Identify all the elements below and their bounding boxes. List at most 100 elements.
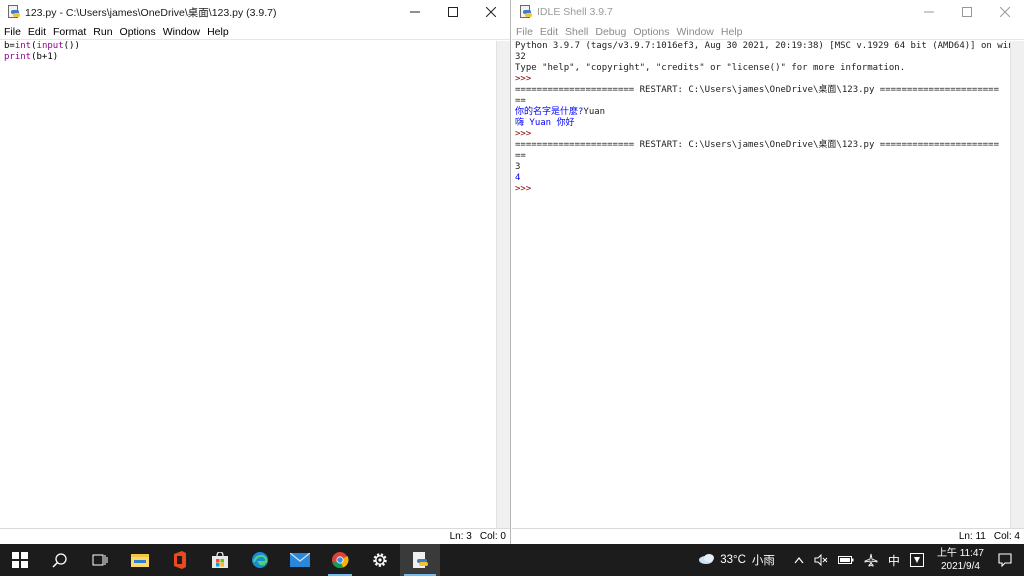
mail-icon <box>290 553 310 567</box>
menu-format[interactable]: Format <box>53 26 86 38</box>
code-line-token: (b+1) <box>31 52 59 62</box>
chrome-icon <box>332 552 349 569</box>
shell-maximize-button[interactable] <box>948 0 986 24</box>
shell-line: ====================== RESTART: C:\Users… <box>515 85 1010 96</box>
menu-window[interactable]: Window <box>163 26 200 38</box>
shell-scrollbar[interactable] <box>1010 41 1024 528</box>
menu-edit[interactable]: Edit <box>28 26 46 38</box>
chrome-button[interactable] <box>320 544 360 576</box>
shell-menu-debug[interactable]: Debug <box>595 26 626 38</box>
shell-line-token: == <box>515 151 526 161</box>
idle-taskbar-button[interactable] <box>400 544 440 576</box>
search-button[interactable] <box>40 544 80 576</box>
airplane-icon <box>864 553 878 567</box>
shell-line-token: >>> <box>515 184 537 194</box>
shell-line: Type "help", "copyright", "credits" or "… <box>515 63 1010 74</box>
shell-line-token: >>> <box>515 74 537 84</box>
shell-line-token: ====================== RESTART: C:\Users… <box>515 85 999 95</box>
maximize-button[interactable] <box>434 0 472 24</box>
notification-button[interactable] <box>998 553 1012 567</box>
shell-menu-options[interactable]: Options <box>633 26 669 38</box>
maximize-icon <box>962 7 972 17</box>
shell-line: == <box>515 151 1010 162</box>
show-hidden-icons-button[interactable] <box>794 556 804 564</box>
settings-icon <box>373 553 387 567</box>
shell-line-token: Type "help", "copyright", "credits" or "… <box>515 63 906 73</box>
menu-options[interactable]: Options <box>120 26 156 38</box>
settings-button[interactable] <box>360 544 400 576</box>
office-icon <box>174 551 186 569</box>
battery-icon <box>837 556 854 564</box>
code-editor[interactable]: b=int(input()) print(b+1) <box>0 41 496 528</box>
shell-line-token: 你的名字是什麼? <box>515 107 584 117</box>
shell-menu-shell[interactable]: Shell <box>565 26 588 38</box>
idle-shell-icon <box>519 5 533 19</box>
shell-line-token: 3 <box>515 162 521 172</box>
shell-line: 你的名字是什麼?Yuan <box>515 107 1010 118</box>
idle-icon <box>413 552 428 568</box>
editor-menubar: File Edit Format Run Options Window Help <box>0 24 510 40</box>
volume-button[interactable] <box>814 554 828 566</box>
shell-line: Python 3.9.7 (tags/v3.9.7:1016ef3, Aug 3… <box>515 41 1010 52</box>
windows-logo-icon <box>12 552 28 568</box>
store-button[interactable] <box>200 544 240 576</box>
weather-widget[interactable]: 33°C 小雨 <box>698 552 775 568</box>
shell-menu-window[interactable]: Window <box>677 26 714 38</box>
clock[interactable]: 上午 11:47 2021/9/4 <box>937 547 984 573</box>
python-file-icon <box>7 5 21 19</box>
minimize-icon <box>410 11 420 13</box>
edge-button[interactable] <box>240 544 280 576</box>
start-button[interactable] <box>0 544 40 576</box>
menu-help[interactable]: Help <box>207 26 229 38</box>
file-explorer-button[interactable] <box>120 544 160 576</box>
shell-menu-edit[interactable]: Edit <box>540 26 558 38</box>
shell-title: IDLE Shell 3.9.7 <box>537 6 613 18</box>
battery-button[interactable] <box>837 555 854 565</box>
ime-indicator[interactable]: 中 <box>888 552 900 569</box>
maximize-icon <box>448 7 458 17</box>
code-line-token: ()) <box>63 41 80 51</box>
editor-scrollbar[interactable] <box>496 41 510 528</box>
shell-line: ====================== RESTART: C:\Users… <box>515 140 1010 151</box>
shell-line: >>> <box>515 184 1010 195</box>
shell-statusbar: Ln: 11 Col: 4 <box>512 528 1024 544</box>
shell-line: 嗨 Yuan 你好 <box>515 118 1010 129</box>
code-line-token: print <box>4 52 32 62</box>
search-icon <box>52 553 67 568</box>
shell-window: IDLE Shell 3.9.7 File Edit Shell Debug O… <box>512 0 1024 544</box>
shell-output[interactable]: Python 3.9.7 (tags/v3.9.7:1016ef3, Aug 3… <box>512 41 1010 528</box>
code-line-token: input <box>36 41 64 51</box>
code-line-token: b= <box>4 41 15 51</box>
shell-close-button[interactable] <box>986 0 1024 24</box>
task-view-button[interactable] <box>80 544 120 576</box>
shell-line-token: 嗨 Yuan 你好 <box>515 118 575 128</box>
editor-title: 123.py - C:\Users\james\OneDrive\桌面\123.… <box>25 6 277 19</box>
shell-line-token: Python 3.9.7 (tags/v3.9.7:1016ef3, Aug 3… <box>515 41 1010 51</box>
cloud-rain-icon <box>699 554 715 564</box>
volume-muted-icon <box>814 554 828 566</box>
shell-line-number: Ln: 11 <box>958 531 986 542</box>
mail-button[interactable] <box>280 544 320 576</box>
shell-line-token: == <box>515 96 526 106</box>
clock-date: 2021/9/4 <box>941 561 980 572</box>
shell-titlebar[interactable]: IDLE Shell 3.9.7 <box>512 0 1024 24</box>
chevron-up-icon <box>794 557 804 564</box>
shell-minimize-button[interactable] <box>910 0 948 24</box>
clock-time: 上午 11:47 <box>936 548 984 559</box>
column-number: Col: 0 <box>479 531 506 542</box>
menu-run[interactable]: Run <box>93 26 112 38</box>
shell-menu-file[interactable]: File <box>516 26 533 38</box>
ime-mode-button[interactable] <box>909 553 924 567</box>
shell-line: >>> <box>515 129 1010 140</box>
shell-line: == <box>515 96 1010 107</box>
minimize-button[interactable] <box>396 0 434 24</box>
editor-titlebar[interactable]: 123.py - C:\Users\james\OneDrive\桌面\123.… <box>0 0 510 24</box>
airplane-mode-button[interactable] <box>864 553 878 567</box>
menu-file[interactable]: File <box>4 26 21 38</box>
shell-menu-help[interactable]: Help <box>721 26 743 38</box>
shell-line: 4 <box>515 173 1010 184</box>
office-button[interactable] <box>160 544 200 576</box>
ime-mode-icon <box>909 553 924 567</box>
shell-line-token: 32 <box>515 52 526 62</box>
close-button[interactable] <box>472 0 510 24</box>
